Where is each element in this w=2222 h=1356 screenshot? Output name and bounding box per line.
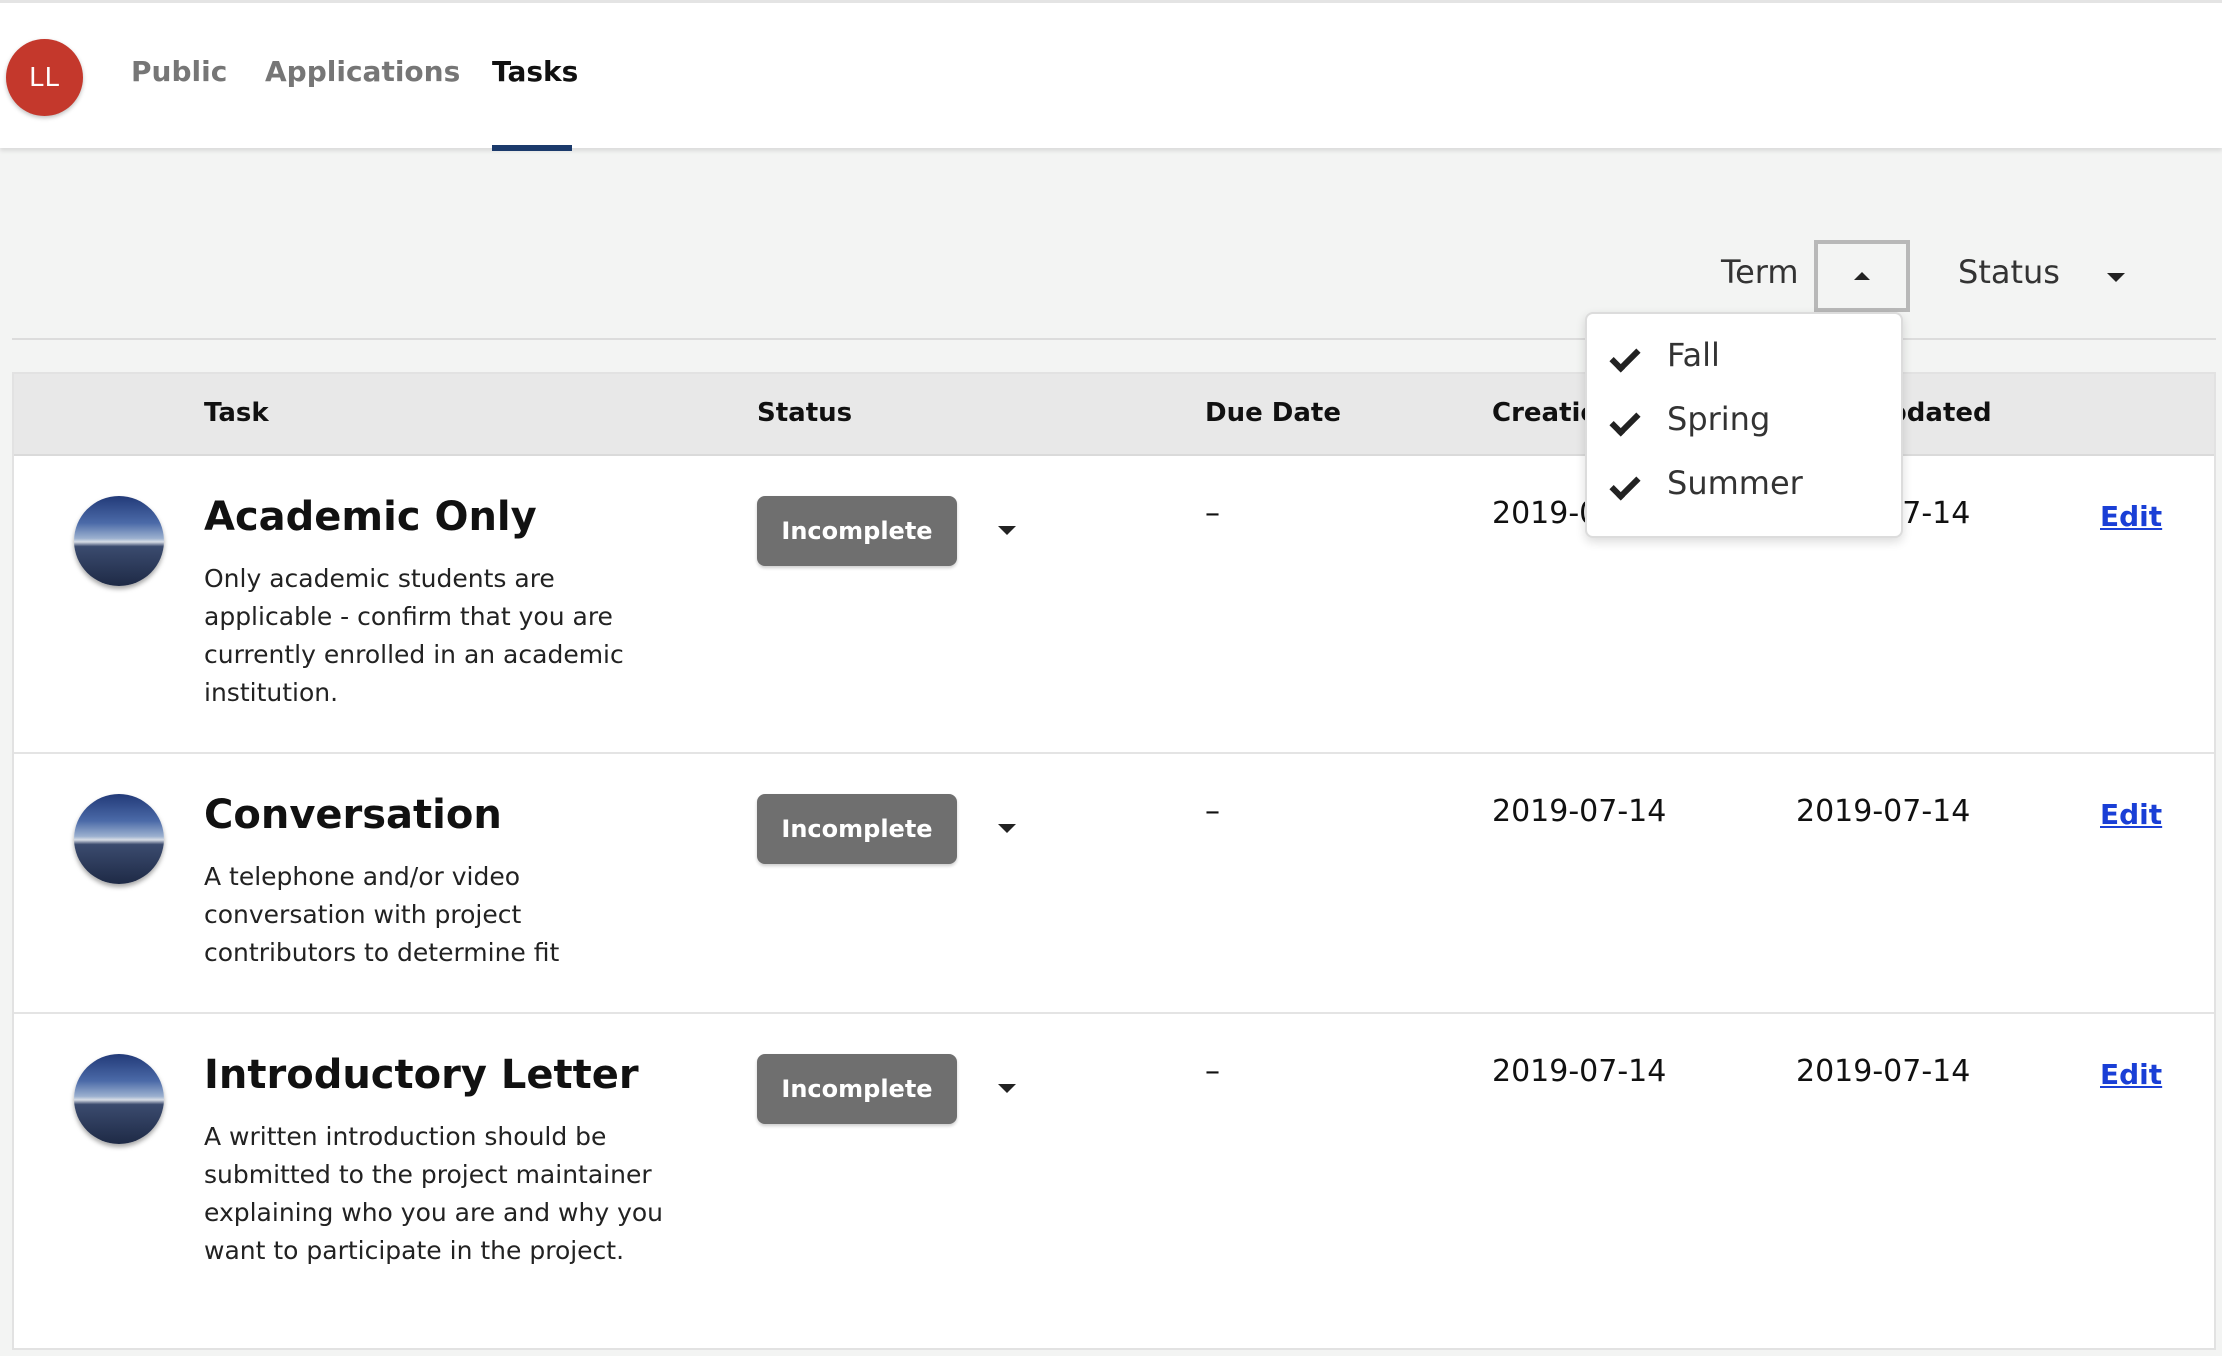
status-button[interactable]: Incomplete	[757, 794, 957, 864]
task-title: Conversation	[204, 792, 502, 838]
last-updated-date: 2019-07-14	[1796, 1054, 1971, 1089]
creation-date: 2019-07-14	[1492, 1054, 1667, 1089]
caret-up-icon	[1854, 272, 1870, 280]
tab-applications[interactable]: Applications	[265, 55, 460, 95]
term-filter-label: Term	[1721, 253, 1799, 291]
tab-public[interactable]: Public	[131, 55, 227, 95]
term-option-label: Spring	[1667, 400, 1771, 438]
task-thumbnail	[74, 1054, 164, 1144]
column-header-due-date: Due Date	[1205, 398, 1341, 428]
task-description: A telephone and/or video conversation wi…	[204, 862, 560, 967]
term-dropdown-menu: Fall Spring Summer	[1585, 312, 1903, 538]
table-row: Conversation A telephone and/or video co…	[14, 754, 2214, 1014]
task-thumbnail	[74, 794, 164, 884]
status-button[interactable]: Incomplete	[757, 496, 957, 566]
creation-date: 2019-07-14	[1492, 794, 1667, 829]
edit-link[interactable]: Edit	[2100, 798, 2162, 831]
task-title: Academic Only	[204, 494, 537, 540]
column-header-status: Status	[757, 398, 853, 428]
last-updated-date: 2019-07-14	[1796, 794, 1971, 829]
active-tab-indicator	[492, 145, 572, 151]
check-icon	[1609, 469, 1641, 501]
term-option-summer[interactable]: Summer	[1587, 456, 1901, 516]
column-header-task: Task	[204, 398, 269, 428]
check-icon	[1609, 341, 1641, 373]
term-option-label: Summer	[1667, 464, 1803, 502]
term-option-spring[interactable]: Spring	[1587, 392, 1901, 452]
edit-link[interactable]: Edit	[2100, 1058, 2162, 1091]
caret-down-icon[interactable]	[998, 824, 1016, 833]
check-icon	[1609, 405, 1641, 437]
caret-down-icon[interactable]	[2107, 273, 2125, 282]
task-description: Only academic students are applicable - …	[204, 564, 624, 707]
due-date: –	[1205, 1054, 1220, 1089]
task-description: A written introduction should be submitt…	[204, 1122, 664, 1265]
term-option-fall[interactable]: Fall	[1587, 328, 1901, 388]
task-thumbnail	[74, 496, 164, 586]
status-filter-label[interactable]: Status	[1958, 253, 2060, 291]
caret-down-icon[interactable]	[998, 1084, 1016, 1093]
term-filter-toggle[interactable]	[1814, 240, 1910, 312]
caret-down-icon[interactable]	[998, 526, 1016, 535]
term-option-label: Fall	[1667, 336, 1720, 374]
status-button[interactable]: Incomplete	[757, 1054, 957, 1124]
tab-tasks[interactable]: Tasks	[492, 55, 578, 95]
task-title: Introductory Letter	[204, 1052, 639, 1098]
edit-link[interactable]: Edit	[2100, 500, 2162, 533]
table-row: Introductory Letter A written introducti…	[14, 1014, 2214, 1348]
user-avatar[interactable]: LL	[6, 39, 83, 116]
due-date: –	[1205, 794, 1220, 829]
tasks-page: LL Public Applications Tasks Term Status…	[0, 0, 2222, 1356]
top-navigation: LL Public Applications Tasks	[0, 0, 2222, 151]
due-date: –	[1205, 496, 1220, 531]
